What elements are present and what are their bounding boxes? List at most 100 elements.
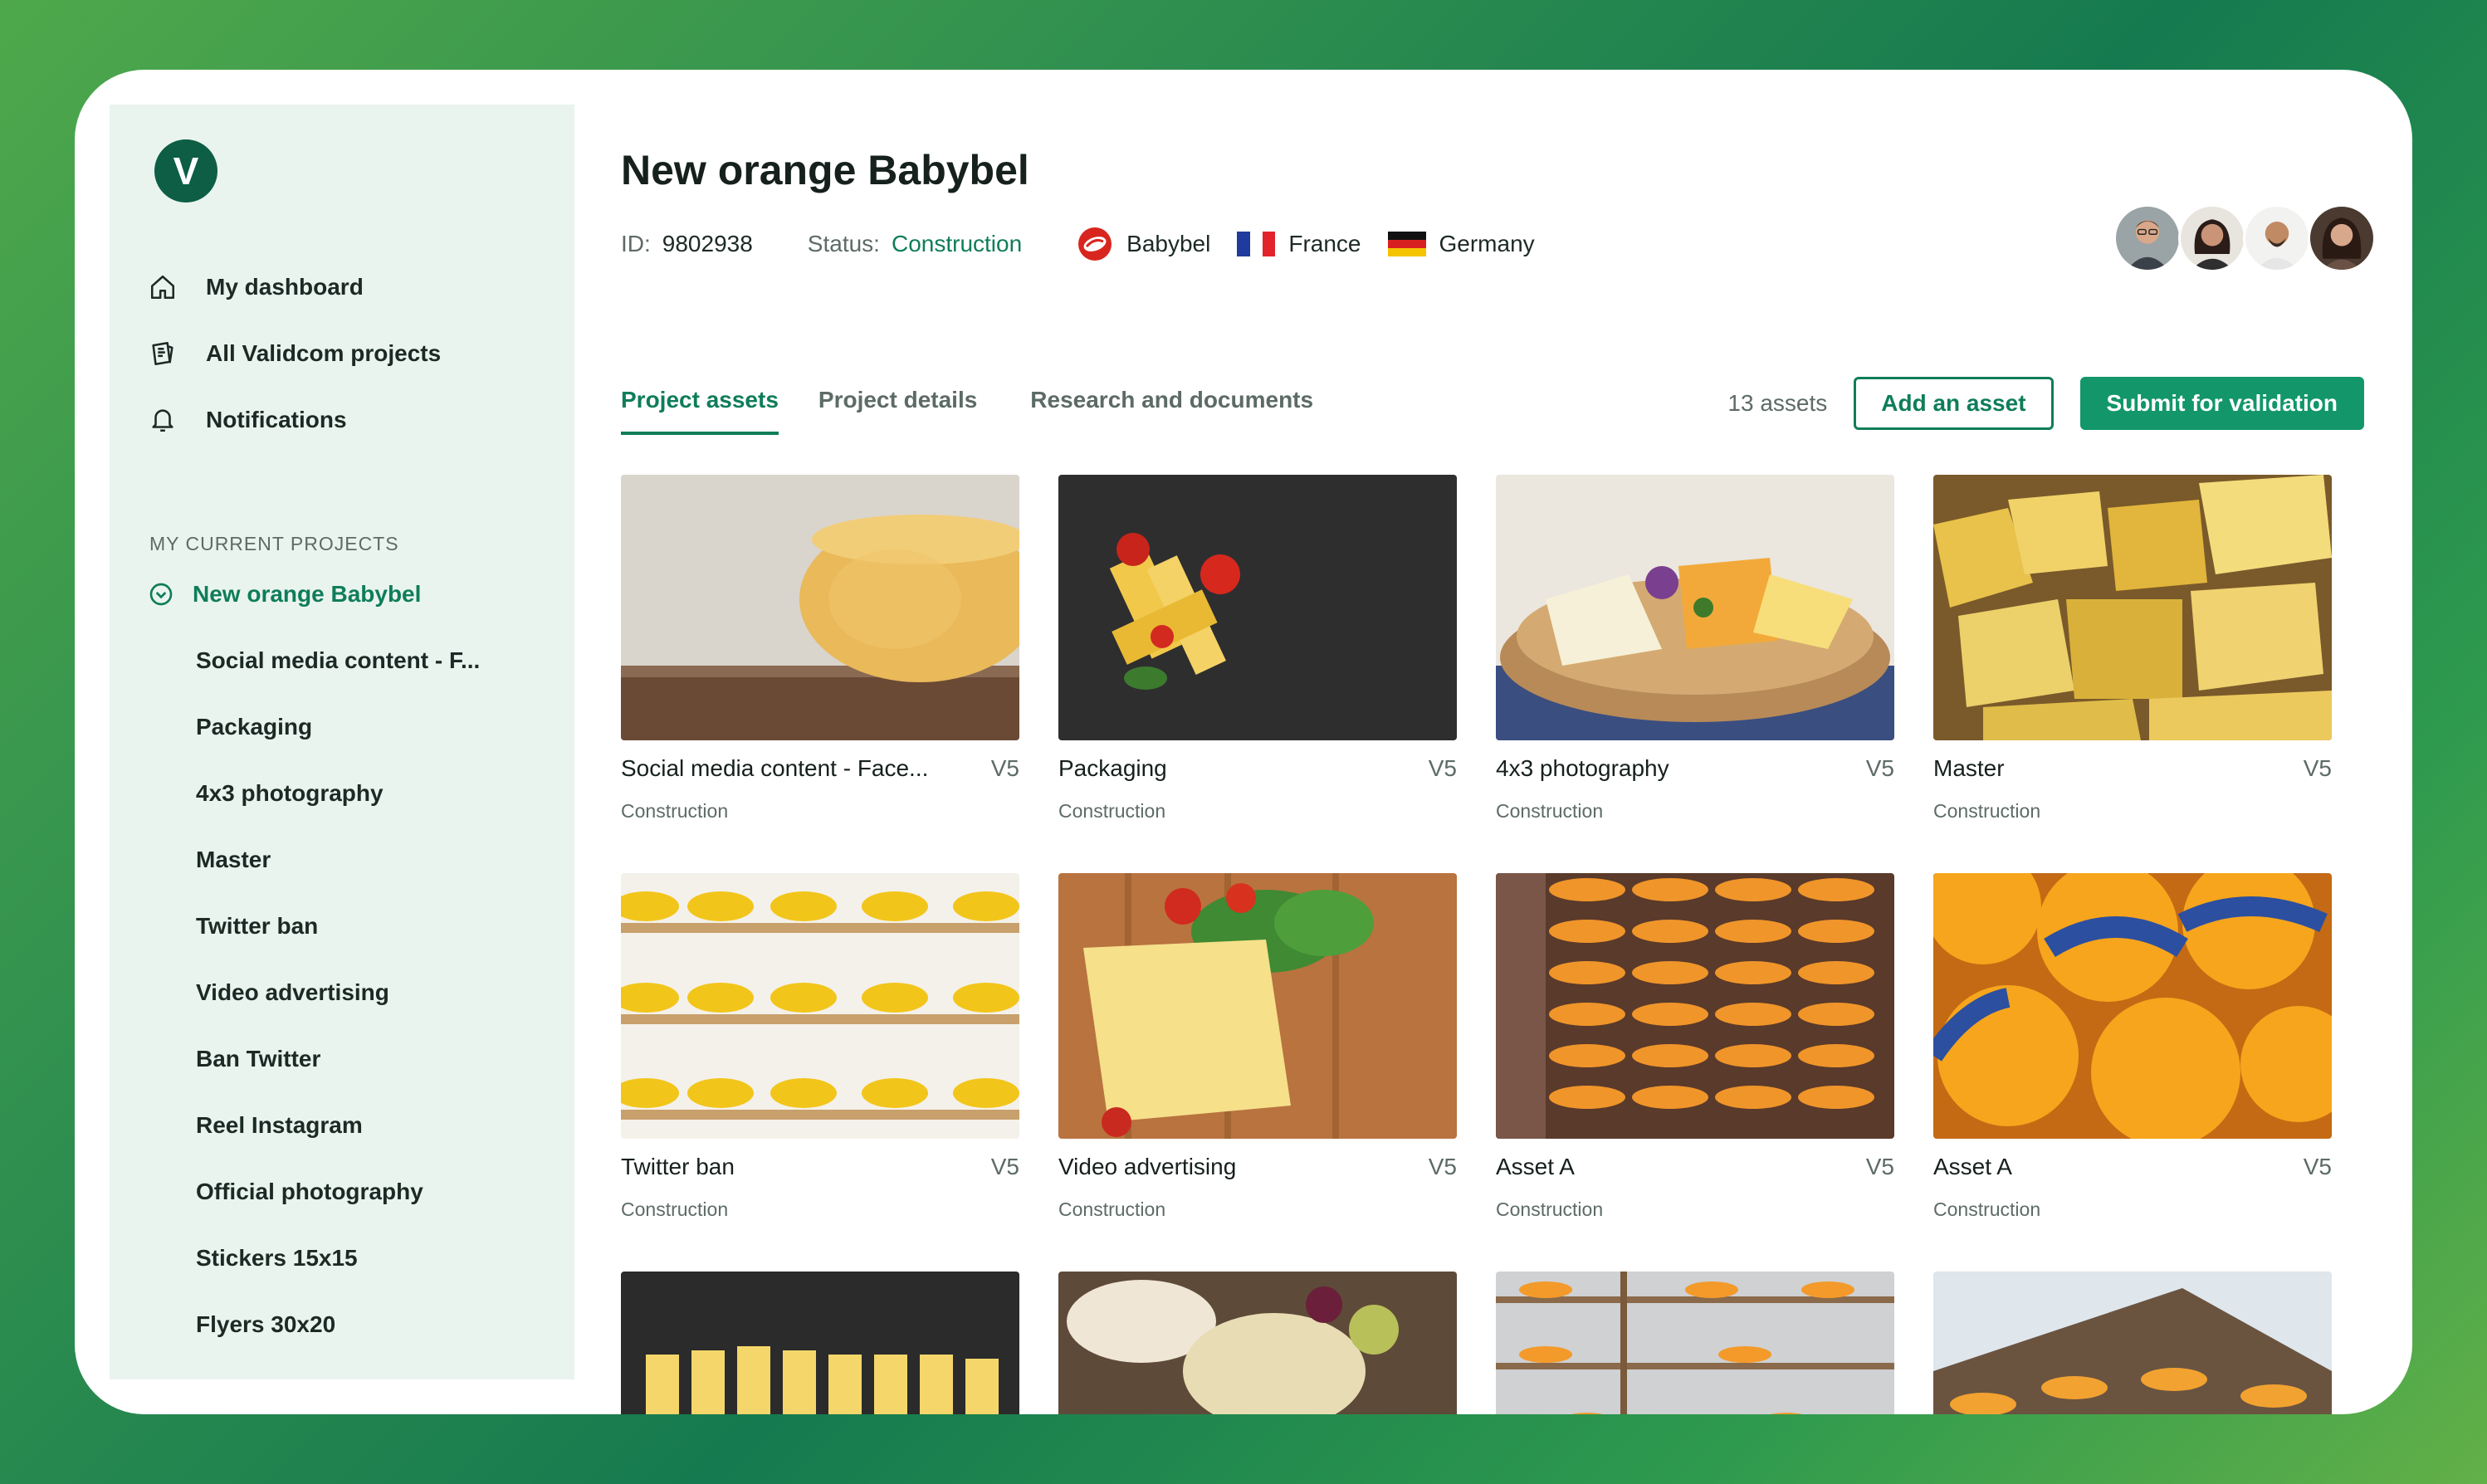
nav-label: My dashboard <box>206 274 364 300</box>
asset-thumbnail[interactable] <box>1933 1272 2332 1414</box>
id-label: ID: <box>621 231 651 256</box>
team-avatars[interactable] <box>2113 204 2376 272</box>
asset-status: Construction <box>621 800 729 822</box>
status-value: Construction <box>891 231 1023 256</box>
tab-project-details[interactable]: Project details <box>818 370 977 435</box>
asset-status: Construction <box>1496 1198 1604 1220</box>
sidebar-asset-item[interactable]: Reel Instagram <box>148 1358 563 1379</box>
asset-card[interactable] <box>621 1272 1019 1414</box>
avatar[interactable] <box>2243 204 2311 272</box>
add-asset-button[interactable]: Add an asset <box>1854 377 2054 430</box>
asset-name: Master <box>1933 755 2005 781</box>
sidebar-asset-item[interactable]: Flyers 30x20 <box>148 1291 563 1358</box>
country-tag-germany: Germany <box>1387 231 1535 257</box>
asset-name: Packaging <box>1058 755 1167 781</box>
asset-card[interactable]: Asset A V5 Construction <box>1933 873 2332 1221</box>
sidebar-asset-item[interactable]: Twitter ban <box>148 893 563 959</box>
nav-all-projects[interactable]: All Validcom projects <box>148 320 441 387</box>
country-name: France <box>1288 231 1361 256</box>
asset-version: V5 <box>1865 1154 1894 1179</box>
asset-status: Construction <box>1058 1198 1166 1220</box>
asset-version: V5 <box>990 755 1019 781</box>
asset-card[interactable] <box>1496 1272 1894 1414</box>
main-content: New orange Babybel ID: 9802938 Status: C… <box>621 70 2376 1414</box>
sidebar-asset-item[interactable]: Packaging <box>148 694 563 760</box>
asset-card[interactable]: Social media content - Face... V5 Constru… <box>621 475 1019 823</box>
project-item-active[interactable]: New orange Babybel <box>148 569 563 619</box>
brand-tag: Babybel <box>1077 226 1210 262</box>
sidebar-asset-item[interactable]: Stickers 15x15 <box>148 1225 563 1291</box>
asset-count: 13 assets <box>1727 390 1828 416</box>
logo-letter: V <box>173 149 199 193</box>
asset-name: Video advertising <box>1058 1154 1237 1179</box>
nav-dashboard[interactable]: My dashboard <box>148 254 441 320</box>
asset-name: Social media content - Face... <box>621 755 929 781</box>
project-label: New orange Babybel <box>193 581 422 607</box>
chevron-circle-icon <box>149 583 173 606</box>
asset-thumbnail[interactable] <box>1058 475 1457 740</box>
asset-card[interactable] <box>1058 1272 1457 1414</box>
sidebar-asset-item[interactable]: Social media content - F... <box>148 627 563 694</box>
asset-card[interactable]: Twitter ban V5 Construction <box>621 873 1019 1221</box>
avatar[interactable] <box>2178 204 2246 272</box>
bell-icon <box>148 405 178 435</box>
asset-card[interactable]: 4x3 photography V5 Construction <box>1496 475 1894 823</box>
asset-thumbnail[interactable] <box>1496 1272 1894 1414</box>
asset-thumbnail[interactable] <box>1058 1272 1457 1414</box>
project-meta: ID: 9802938 Status: Construction Babybel… <box>621 219 1561 269</box>
project-list: New orange Babybel Social media content … <box>148 569 563 1379</box>
asset-version: V5 <box>2303 755 2332 781</box>
sidebar-asset-item[interactable]: Reel Instagram <box>148 1092 563 1159</box>
asset-version: V5 <box>1428 755 1457 781</box>
asset-thumbnail[interactable] <box>1496 873 1894 1139</box>
tab-research-documents[interactable]: Research and documents <box>1030 370 1313 435</box>
sidebar: V My dashboard All Validcom projects Not… <box>110 105 574 1379</box>
asset-card[interactable]: Asset A V5 Construction <box>1496 873 1894 1221</box>
asset-status: Construction <box>1933 800 2041 822</box>
asset-name: Asset A <box>1933 1154 2012 1179</box>
asset-card[interactable]: Master V5 Construction <box>1933 475 2332 823</box>
id-value: 9802938 <box>662 231 753 256</box>
asset-version: V5 <box>1428 1154 1457 1179</box>
france-flag-icon <box>1237 232 1276 256</box>
asset-name: 4x3 photography <box>1496 755 1669 781</box>
status-label: Status: <box>807 231 880 256</box>
nav-notifications[interactable]: Notifications <box>148 387 441 453</box>
submit-validation-button[interactable]: Submit for validation <box>2079 377 2364 430</box>
asset-thumbnail[interactable] <box>1058 873 1457 1139</box>
asset-thumbnail[interactable] <box>1496 475 1894 740</box>
asset-toolbar: 13 assets Add an asset Submit for valida… <box>1727 377 2364 430</box>
tab-bar: Project assets Project details Research … <box>621 370 1353 435</box>
sidebar-asset-item[interactable]: Official photography <box>148 1159 563 1225</box>
asset-status: Construction <box>1496 800 1604 822</box>
projects-icon <box>148 339 178 369</box>
asset-thumbnail[interactable] <box>621 475 1019 740</box>
asset-card[interactable]: Packaging V5 Construction <box>1058 475 1457 823</box>
asset-card[interactable] <box>1933 1272 2332 1414</box>
avatar[interactable] <box>2113 204 2182 272</box>
brand-name: Babybel <box>1126 231 1211 256</box>
asset-card[interactable]: Video advertising V5 Construction <box>1058 873 1457 1221</box>
asset-version: V5 <box>2303 1154 2332 1179</box>
asset-status: Construction <box>621 1198 729 1220</box>
sidebar-asset-item[interactable]: 4x3 photography <box>148 760 563 827</box>
germany-flag-icon <box>1387 232 1426 256</box>
asset-thumbnail[interactable] <box>1933 475 2332 740</box>
asset-version: V5 <box>1865 755 1894 781</box>
page-title: New orange Babybel <box>621 147 1029 193</box>
tab-project-assets[interactable]: Project assets <box>621 370 779 435</box>
avatar[interactable] <box>2308 204 2376 272</box>
asset-status: Construction <box>1058 800 1166 822</box>
asset-thumbnail[interactable] <box>1933 873 2332 1139</box>
asset-status: Construction <box>1933 1198 2041 1220</box>
app-window: V My dashboard All Validcom projects Not… <box>75 70 2412 1414</box>
asset-name: Twitter ban <box>621 1154 735 1179</box>
asset-name: Asset A <box>1496 1154 1575 1179</box>
sidebar-asset-item[interactable]: Video advertising <box>148 959 563 1026</box>
home-icon <box>148 272 178 302</box>
asset-thumbnail[interactable] <box>621 1272 1019 1414</box>
sidebar-asset-item[interactable]: Ban Twitter <box>148 1026 563 1092</box>
sidebar-asset-item[interactable]: Master <box>148 827 563 893</box>
asset-thumbnail[interactable] <box>621 873 1019 1139</box>
app-logo[interactable]: V <box>154 139 217 203</box>
